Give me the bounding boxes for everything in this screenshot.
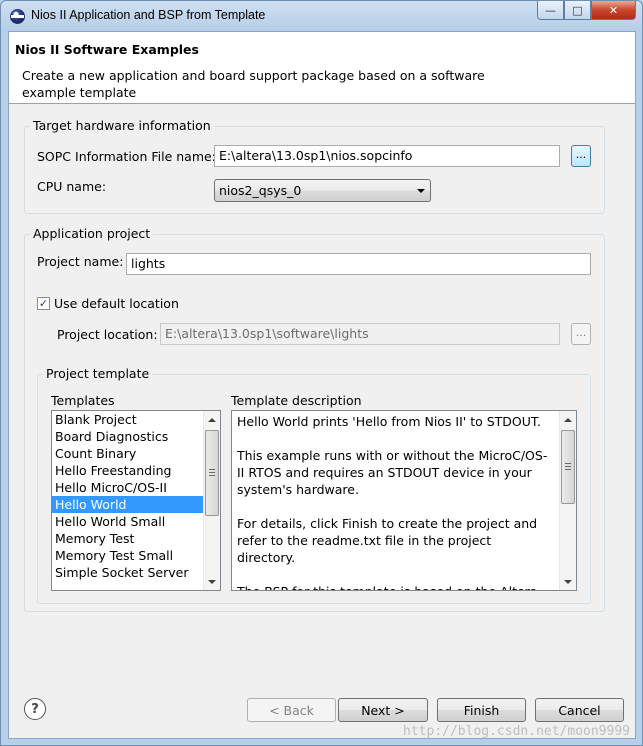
close-button[interactable]: ✕ <box>591 1 636 20</box>
banner-description: Create a new application and board suppo… <box>22 68 485 100</box>
cpu-name-label: CPU name: <box>37 179 107 194</box>
scroll-up-arrow-icon[interactable] <box>204 411 220 428</box>
project-name-input[interactable]: lights <box>126 253 591 275</box>
template-list-item[interactable]: Hello World <box>52 496 220 513</box>
template-list-item[interactable]: Blank Project <box>52 411 220 428</box>
scroll-up-arrow-icon[interactable] <box>560 411 576 428</box>
banner-title: Nios II Software Examples <box>15 42 199 57</box>
template-list-item[interactable]: Hello Freestanding <box>52 462 220 479</box>
use-default-location-label: Use default location <box>54 296 179 311</box>
maximize-button[interactable]: □ <box>564 1 591 20</box>
watermark-text: http://blog.csdn.net/moon9999 <box>403 724 630 739</box>
sopc-browse-button[interactable]: ... <box>571 145 591 167</box>
scroll-thumb[interactable] <box>205 430 219 516</box>
template-list-item[interactable]: Simple Socket Server <box>52 564 220 581</box>
window-controls: — □ ✕ <box>537 1 636 20</box>
title-bar: Nios II Application and BSP from Templat… <box>1 1 642 31</box>
cpu-name-select[interactable]: nios2_qsys_0 <box>214 179 431 202</box>
sopc-file-label: SOPC Information File name: <box>37 149 216 164</box>
dropdown-arrow-icon <box>417 189 425 193</box>
template-list-item[interactable]: Hello MicroC/OS-II <box>52 479 220 496</box>
next-button[interactable]: Next > <box>338 698 428 722</box>
template-description-label: Template description <box>231 393 362 408</box>
description-scrollbar[interactable] <box>559 411 576 590</box>
sopc-file-input[interactable]: E:\altera\13.0sp1\nios.sopcinfo <box>214 145 560 167</box>
project-location-label: Project location: <box>57 327 158 342</box>
template-list-item[interactable]: Count Binary <box>52 445 220 462</box>
minimize-button[interactable]: — <box>537 1 564 20</box>
templates-list[interactable]: Blank Project Board Diagnostics Count Bina… <box>51 410 221 591</box>
template-list-item[interactable]: Memory Test <box>52 530 220 547</box>
back-button[interactable]: < Back <box>247 698 336 722</box>
use-default-location-checkbox[interactable]: ✓ <box>37 297 50 310</box>
target-hardware-group-label: Target hardware information <box>30 118 214 133</box>
wizard-banner: Nios II Software Examples Create a new a… <box>9 32 635 104</box>
scroll-down-arrow-icon[interactable] <box>560 573 576 590</box>
template-description-text: Hello World prints 'Hello from Nios II' … <box>237 414 548 590</box>
eclipse-app-icon <box>10 9 25 24</box>
application-project-group-label: Application project <box>30 226 154 241</box>
template-list-item[interactable]: Hello World Small <box>52 513 220 530</box>
cpu-name-value: nios2_qsys_0 <box>219 183 302 198</box>
scroll-thumb[interactable] <box>561 430 575 504</box>
templates-scrollbar[interactable] <box>203 411 220 590</box>
template-list-item[interactable]: Memory Test Small <box>52 547 220 564</box>
templates-label: Templates <box>51 393 115 408</box>
help-icon[interactable]: ? <box>24 698 46 720</box>
project-template-group-label: Project template <box>43 366 153 381</box>
template-description-box: Hello World prints 'Hello from Nios II' … <box>231 410 577 591</box>
project-name-label: Project name: <box>37 254 124 269</box>
template-list-item[interactable]: Board Diagnostics <box>52 428 220 445</box>
finish-button[interactable]: Finish <box>437 698 526 722</box>
location-browse-button[interactable]: ... <box>571 323 591 345</box>
dialog-window: Nios II Application and BSP from Templat… <box>0 0 643 746</box>
project-location-input[interactable]: E:\altera\13.0sp1\software\lights <box>160 323 560 345</box>
templates-list-items: Blank Project Board Diagnostics Count Bina… <box>52 411 220 581</box>
scroll-down-arrow-icon[interactable] <box>204 573 220 590</box>
window-title: Nios II Application and BSP from Templat… <box>31 8 266 22</box>
dialog-client: Nios II Software Examples Create a new a… <box>8 31 636 739</box>
cancel-button[interactable]: Cancel <box>535 698 624 722</box>
